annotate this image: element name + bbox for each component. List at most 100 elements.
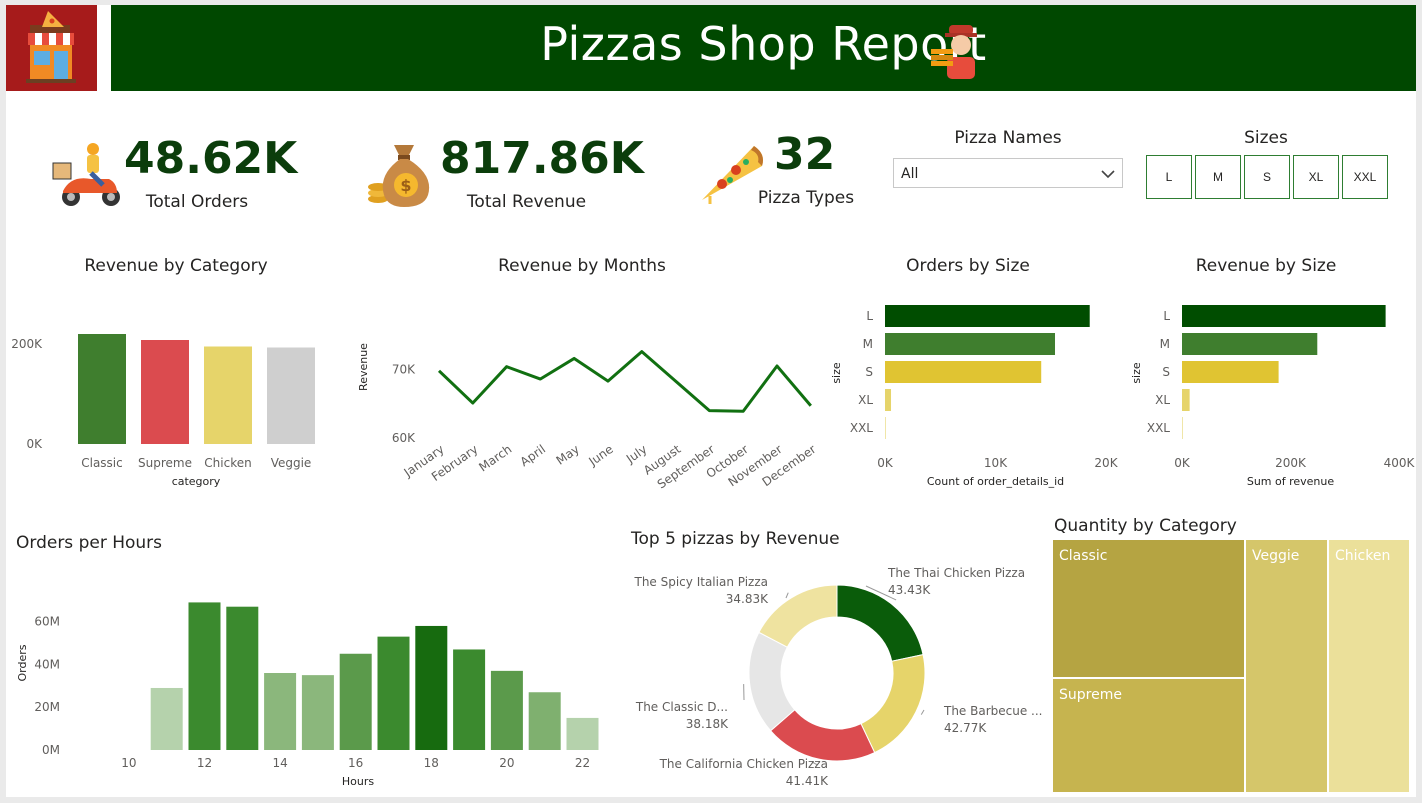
y-tick-label: XXL xyxy=(850,421,873,435)
bar-hour-22 xyxy=(566,717,599,750)
size-button-xxl[interactable]: XXL xyxy=(1342,155,1388,199)
y-tick-label: 60M xyxy=(34,615,60,629)
treemap-label: Supreme xyxy=(1059,687,1122,703)
pizza-chef-icon xyxy=(931,25,977,79)
y-tick-label: M xyxy=(1160,337,1170,351)
y-tick-label: S xyxy=(1162,365,1170,379)
pizza-names-dropdown[interactable]: All xyxy=(893,158,1123,188)
bar-classic xyxy=(78,334,126,444)
size-button-xl[interactable]: XL xyxy=(1293,155,1339,199)
delivery-scooter-icon xyxy=(52,143,120,206)
bar-xxl xyxy=(885,417,886,439)
y-axis-title: Revenue xyxy=(357,343,370,391)
donut-category-label: The Classic D... xyxy=(635,700,728,714)
quantity-by-category-treemap: Classic Supreme Veggie Chicken xyxy=(1053,540,1409,792)
money-bag-icon: $ xyxy=(368,145,430,207)
donut-value-label: 38.18K xyxy=(686,717,729,731)
revenue-by-category-chart: 0K 200K Classic Supreme Chicken Veggie categor… xyxy=(11,334,315,488)
treemap-tile-veggie xyxy=(1246,540,1327,792)
bar-hour-18 xyxy=(415,625,448,750)
x-tick-label: April xyxy=(518,442,549,469)
treemap-label: Chicken xyxy=(1335,548,1390,564)
donut-category-label: The California Chicken Pizza xyxy=(659,757,828,771)
donut-slice-2 xyxy=(860,654,926,754)
y-tick-label: 60K xyxy=(392,431,416,445)
x-tick-label: June xyxy=(585,442,615,469)
bar-xxl xyxy=(1182,417,1183,439)
y-tick-label: 20M xyxy=(34,700,60,714)
x-tick-label: Supreme xyxy=(138,456,192,470)
x-tick-label: Classic xyxy=(81,456,123,470)
bar-chicken xyxy=(204,346,252,444)
bar-xl xyxy=(1182,389,1190,411)
top5-pizzas-donut-chart: The Thai Chicken Pizza 43.43K The Barbecue… xyxy=(633,566,1043,788)
donut-category-label: The Spicy Italian Pizza xyxy=(633,575,768,589)
donut-category-label: The Barbecue ... xyxy=(943,704,1043,718)
bar-hour-14 xyxy=(264,673,297,750)
x-axis-title: category xyxy=(172,475,221,488)
pizza-types-value: 32 xyxy=(774,129,836,180)
y-axis-title: Orders xyxy=(16,644,29,681)
bar-l xyxy=(1182,305,1386,327)
y-tick-label: 70K xyxy=(392,362,416,376)
y-tick-label: 200K xyxy=(11,337,43,351)
pizza-names-slicer-title: Pizza Names xyxy=(954,128,1062,148)
y-tick-label: L xyxy=(1163,309,1170,323)
x-tick-label: 0K xyxy=(1174,456,1191,470)
revenue-by-category-title: Revenue by Category xyxy=(84,256,268,276)
donut-value-label: 41.41K xyxy=(786,774,829,788)
bar-veggie xyxy=(267,347,315,444)
size-button-m[interactable]: M xyxy=(1195,155,1241,199)
x-tick-label: May xyxy=(554,442,582,468)
total-revenue-label: Total Revenue xyxy=(466,192,587,212)
treemap-tile-chicken xyxy=(1329,540,1409,792)
donut-category-label: The Thai Chicken Pizza xyxy=(887,566,1025,580)
y-tick-label: XXL xyxy=(1147,421,1170,435)
y-tick-label: L xyxy=(866,309,873,323)
treemap-label: Classic xyxy=(1059,548,1107,564)
x-tick-label: 18 xyxy=(424,756,439,770)
shop-logo xyxy=(6,5,97,91)
x-tick-label: 22 xyxy=(575,756,590,770)
revenue-by-months-title: Revenue by Months xyxy=(498,256,666,276)
leader-line xyxy=(920,709,925,715)
leader-line xyxy=(785,592,789,599)
pizza-shop-icon xyxy=(26,11,76,83)
y-tick-label: 0K xyxy=(26,437,43,451)
bar-hour-20 xyxy=(490,670,523,750)
bar-m xyxy=(885,333,1056,355)
orders-per-hours-chart: 0M 20M 40M 60M Orders 10 12 14 16 18 20 22 Hours xyxy=(16,602,599,788)
donut-slice-5 xyxy=(758,584,838,648)
revenue-by-size-title: Revenue by Size xyxy=(1195,256,1337,276)
orders-per-hours-title: Orders per Hours xyxy=(16,533,163,553)
y-axis-title: size xyxy=(830,362,843,384)
y-axis-title: size xyxy=(1130,362,1143,384)
donut-value-label: 34.83K xyxy=(726,592,769,606)
sizes-slicer-title: Sizes xyxy=(1244,128,1288,148)
bar-s xyxy=(885,361,1042,383)
bar-hour-16 xyxy=(339,653,372,750)
size-button-l[interactable]: L xyxy=(1146,155,1192,199)
x-tick-label: 16 xyxy=(348,756,363,770)
revenue-by-size-chart: LMS XL XXL 0K 200K 400K Sum of revenue size xyxy=(1130,305,1416,488)
y-tick-label: XL xyxy=(1155,393,1170,407)
bar-hour-12 xyxy=(188,602,221,750)
total-revenue-value: 817.86K xyxy=(440,133,644,184)
x-axis-title: Sum of revenue xyxy=(1247,475,1335,488)
size-button-s[interactable]: S xyxy=(1244,155,1290,199)
x-tick-label: 0K xyxy=(877,456,894,470)
orders-by-size-chart: LMSXLXXL0K 10K 20KCount of order_details_i… xyxy=(830,305,1119,488)
pizza-types-label: Pizza Types xyxy=(757,188,855,208)
orders-by-size-title: Orders by Size xyxy=(906,256,1030,276)
revenue-by-months-chart: 60K70KRevenueJanuaryFebruaryMarch April Ma… xyxy=(357,343,819,492)
x-axis-title: Count of order_details_id xyxy=(927,475,1064,488)
bar-hour-19 xyxy=(453,649,486,750)
y-tick-label: XL xyxy=(858,393,873,407)
x-tick-label: 14 xyxy=(272,756,287,770)
total-orders-value: 48.62K xyxy=(124,133,298,184)
bar-hour-13 xyxy=(226,606,259,750)
y-tick-label: 0M xyxy=(42,743,60,757)
donut-value-label: 42.77K xyxy=(944,721,987,735)
x-tick-label: 12 xyxy=(197,756,212,770)
sizes-slicer: L M S XL XXL xyxy=(1146,155,1391,201)
